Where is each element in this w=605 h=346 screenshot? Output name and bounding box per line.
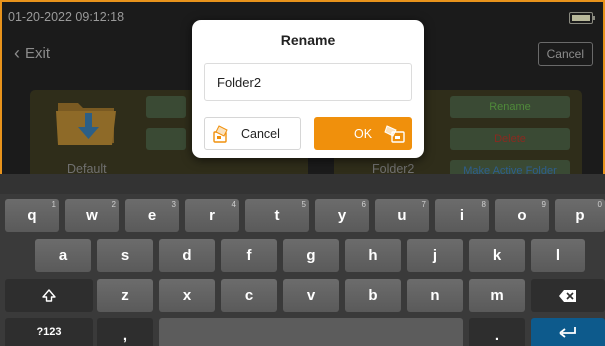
key-x[interactable]: x [159,279,215,312]
dialog-ok-button[interactable]: OK [314,117,412,150]
exit-button[interactable]: ‹ Exit [14,44,50,62]
folder-cancel-icon [213,124,228,143]
key-w[interactable]: w2 [65,199,119,232]
chevron-left-icon: ‹ [14,43,20,63]
delete-action-button[interactable]: Delete [450,128,570,150]
key-l[interactable]: l [531,239,585,272]
key-i[interactable]: i8 [435,199,489,232]
key-s[interactable]: s [97,239,153,272]
enter-key[interactable] [531,318,605,346]
key-y[interactable]: y6 [315,199,369,232]
key-v[interactable]: v [283,279,339,312]
key-o[interactable]: o9 [495,199,549,232]
folder-name-input[interactable] [204,63,412,101]
key-z[interactable]: z [97,279,153,312]
rename-dialog: Rename Cancel OK [192,20,424,158]
folder-icon [56,103,116,145]
cancel-top-button[interactable]: Cancel [537,42,593,66]
shift-icon [42,288,56,302]
key-n[interactable]: n [407,279,463,312]
dialog-cancel-button[interactable]: Cancel [204,117,301,150]
dialog-cancel-label: Cancel [241,126,280,141]
comma-key[interactable]: , [97,318,153,346]
key-k[interactable]: k [469,239,525,272]
key-b[interactable]: b [345,279,401,312]
key-q[interactable]: q1 [5,199,59,232]
key-a[interactable]: a [35,239,91,272]
key-h[interactable]: h [345,239,401,272]
key-t[interactable]: t5 [245,199,309,232]
key-m[interactable]: m [469,279,525,312]
key-d[interactable]: d [159,239,215,272]
folder-action-partial-2 [146,128,186,150]
dialog-ok-label: OK [353,126,373,141]
folder-ok-icon [384,125,405,143]
status-datetime: 01-20-2022 09:12:18 [8,10,125,24]
on-screen-keyboard: q1 w2 e3 r4 t5 y6 u7 i8 o9 p0 a s d f g … [0,174,605,346]
battery-icon [569,12,595,24]
key-j[interactable]: j [407,239,463,272]
space-key[interactable] [159,318,463,346]
key-c[interactable]: c [221,279,277,312]
key-g[interactable]: g [283,239,339,272]
folder-action-partial-1 [146,96,186,118]
period-key[interactable]: . [469,318,525,346]
backspace-icon [559,289,576,302]
backspace-key[interactable] [531,279,605,312]
dialog-title: Rename [280,32,336,48]
enter-icon [559,327,576,338]
key-e[interactable]: e3 [125,199,179,232]
keyboard-suggestion-strip [0,174,605,194]
symbols-key[interactable]: ?123 [5,318,93,346]
rename-action-button[interactable]: Rename [450,96,570,118]
exit-label: Exit [25,44,51,62]
key-p[interactable]: p0 [555,199,605,232]
shift-key[interactable] [5,279,93,312]
key-f[interactable]: f [221,239,277,272]
key-r[interactable]: r4 [185,199,239,232]
key-u[interactable]: u7 [375,199,429,232]
